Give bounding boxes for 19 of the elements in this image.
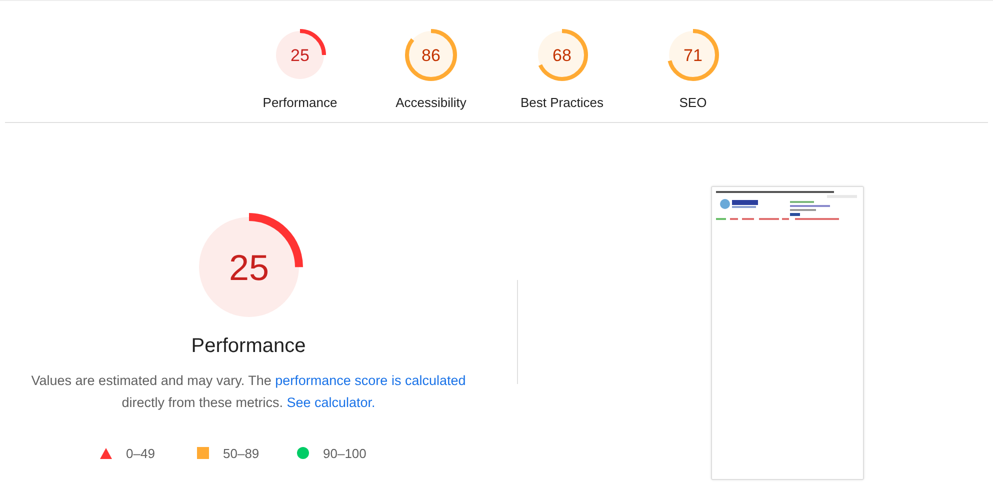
category-label[interactable]: SEO [679,95,707,110]
legend-label: 90–100 [323,446,366,460]
category-label[interactable]: Performance [262,95,338,110]
link[interactable]: See calculator. [286,395,376,410]
link[interactable]: performance score is calculated [275,373,466,388]
circle-icon [297,447,309,459]
score-value: 68 [552,46,572,66]
score-value: 86 [422,46,440,66]
description-text: Values are estimated and may vary. The performance score is calculated directly from these metrics. See calculator. [30,372,467,412]
legend-label: 0–49 [126,446,155,460]
square-icon [197,447,209,459]
category-label[interactable]: Accessibility [396,95,466,110]
category-label[interactable]: Best Practices [520,95,604,110]
triangle-icon [100,448,112,458]
score-value: 25 [228,246,269,288]
legend-label: 50–89 [223,446,260,460]
category-title: Performance [191,335,306,358]
score-value: 25 [290,46,310,66]
score-value: 71 [684,46,702,66]
